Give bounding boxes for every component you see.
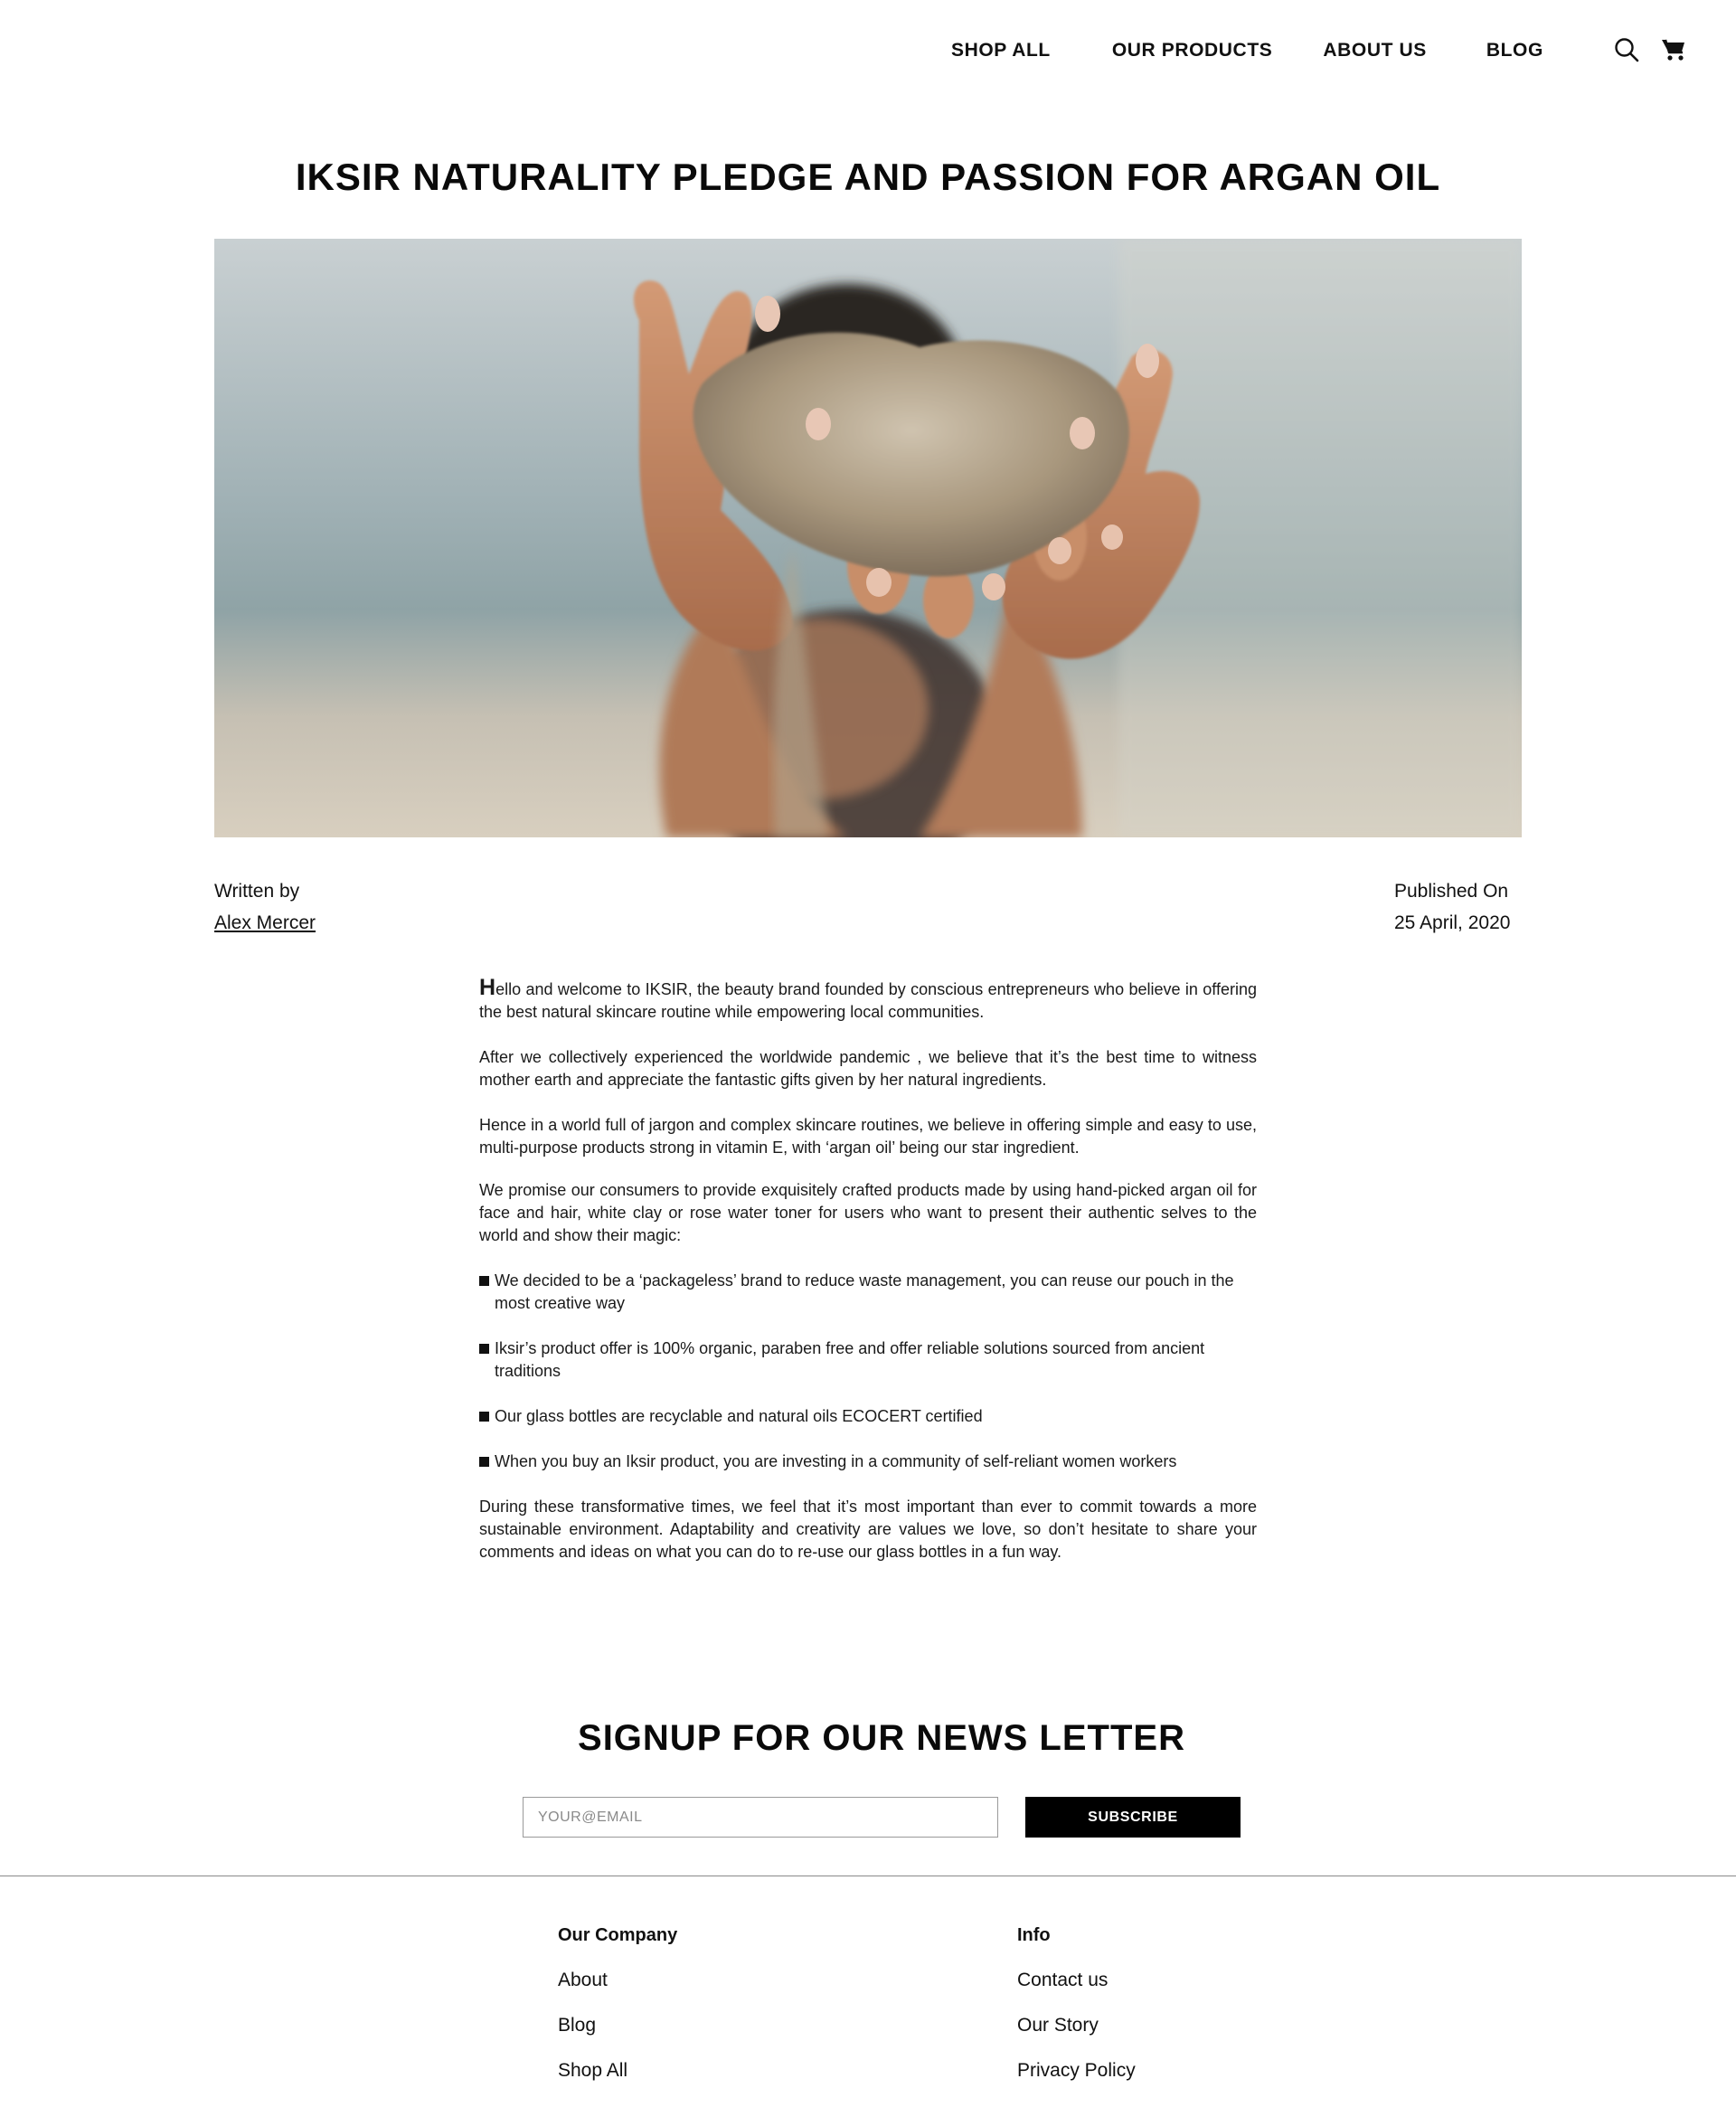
nav-link-about-us[interactable]: ABOUT US [1323,40,1426,61]
written-by-label: Written by [214,881,300,902]
footer-column-info: Info Contact us Our Story Privacy Policy [1017,1923,1136,2103]
hands-holding-sand-photo [214,239,1522,837]
bullet-square-icon [479,1457,489,1467]
paragraph-4: We promise our consumers to provide exqu… [479,1181,1257,1244]
newsletter-title: SIGNUP FOR OUR NEWS LETTER [578,1718,1185,1758]
footer-link-blog[interactable]: Blog [558,2013,677,2038]
bullet-text: Iksir’s product offer is 100% organic, p… [495,1339,1205,1380]
intro-text: ello and welcome to IKSIR, the beauty br… [479,980,1257,1021]
bullet-square-icon [479,1412,489,1422]
published-label: Published On [1394,881,1509,902]
footer-heading-info: Info [1017,1925,1051,1945]
bullet-square-icon [479,1344,489,1354]
bullet-text: When you buy an Iksir product, you are i… [495,1452,1177,1470]
author-block: Written by Alex Mercer [214,875,316,939]
paragraph-2: After we collectively experienced the wo… [479,1048,1257,1089]
cart-icon[interactable] [1660,36,1687,63]
nav-link-blog[interactable]: BLOG [1486,40,1543,61]
email-input[interactable] [523,1797,998,1838]
closing-paragraph: During these transformative times, we fe… [479,1498,1257,1561]
footer-link-our-story[interactable]: Our Story [1017,2013,1136,2038]
intro-paragraph: Hello and welcome to IKSIR, the beauty b… [479,977,1257,1024]
nav-link-our-products[interactable]: OUR PRODUCTS [1112,40,1273,61]
published-date: 25 April, 2020 [1394,912,1511,933]
footer-link-privacy[interactable]: Privacy Policy [1017,2058,1136,2083]
list-item: Our glass bottles are recyclable and nat… [479,1405,1257,1428]
footer-link-shop-all[interactable]: Shop All [558,2058,677,2083]
top-navigation: SHOP ALL OUR PRODUCTS ABOUT US BLOG [0,0,1736,104]
footer-heading-company: Our Company [558,1925,678,1945]
footer-column-company: Our Company About Blog Shop All [558,1923,677,2103]
drop-cap: H [479,975,496,1000]
bullet-text: Our glass bottles are recyclable and nat… [495,1407,983,1425]
search-icon[interactable] [1613,36,1640,63]
paragraph-3: Hence in a world full of jargon and comp… [479,1116,1257,1157]
page-title: IKSIR NATURALITY PLEDGE AND PASSION FOR … [295,156,1441,198]
list-item: We decided to be a ‘packageless’ brand t… [479,1270,1257,1315]
nav-link-shop-all[interactable]: SHOP ALL [951,40,1051,61]
publish-block: Published On 25 April, 2020 [1394,875,1510,939]
list-item: When you buy an Iksir product, you are i… [479,1450,1257,1473]
bullet-text: We decided to be a ‘packageless’ brand t… [495,1271,1234,1312]
nav-icons [1613,36,1687,63]
footer-link-about[interactable]: About [558,1968,677,1993]
article-body: Hello and welcome to IKSIR, the beauty b… [479,977,1257,1586]
nav-links: SHOP ALL OUR PRODUCTS ABOUT US BLOG [951,40,1543,61]
author-link[interactable]: Alex Mercer [214,912,316,933]
list-item: Iksir’s product offer is 100% organic, p… [479,1337,1257,1383]
hero-image [214,239,1522,837]
bullet-square-icon [479,1276,489,1286]
footer-link-contact[interactable]: Contact us [1017,1968,1136,1993]
subscribe-button[interactable]: SUBSCRIBE [1025,1797,1241,1838]
